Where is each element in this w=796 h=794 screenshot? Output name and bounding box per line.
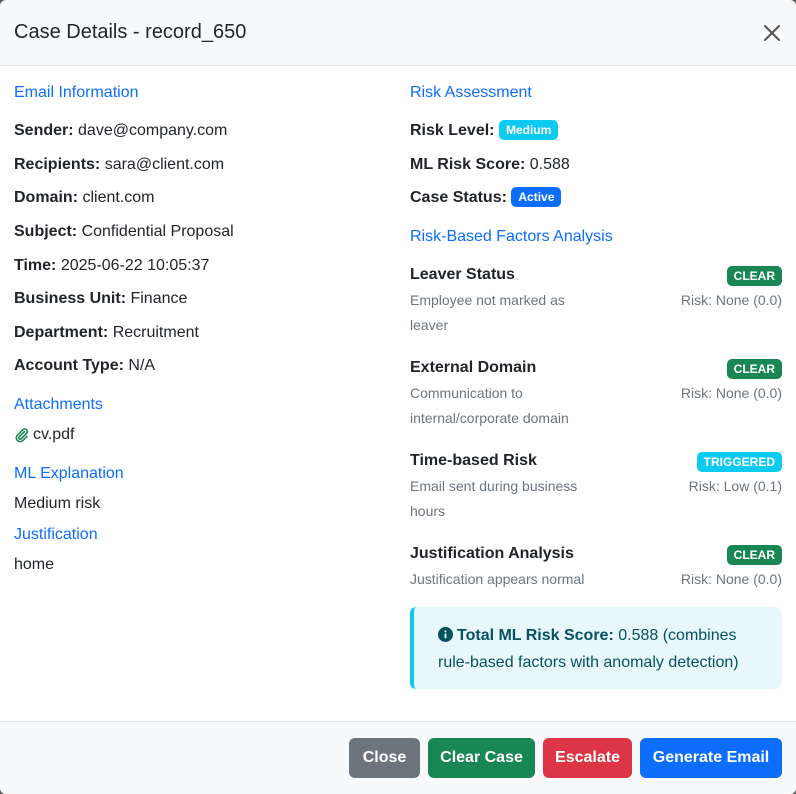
close-icon[interactable]	[762, 23, 782, 43]
field-value: dave@company.com	[78, 122, 228, 139]
field-label: Sender:	[14, 122, 74, 139]
modal-header: Case Details - record_650	[0, 0, 796, 66]
justification-text: home	[14, 556, 55, 573]
factor-time-based-risk: Time-based Risk TRIGGERED Email sent dur…	[410, 450, 782, 524]
field-label: Account Type:	[14, 357, 124, 374]
field-label: Risk Level:	[410, 122, 495, 139]
factor-description: Communication to internal/corporate doma…	[410, 385, 569, 426]
escalate-button[interactable]: Escalate	[543, 738, 632, 778]
factor-status-badge: TRIGGERED	[696, 452, 782, 472]
attachments-title: Attachments	[14, 396, 103, 413]
risk-level-field: Risk Level: Medium	[410, 120, 559, 142]
risk-level-badge: Medium	[498, 120, 559, 140]
field-label: Department:	[14, 324, 109, 341]
case-status-badge: Active	[511, 187, 562, 207]
field-value: N/A	[128, 357, 156, 374]
email-info-title: Email Information	[14, 84, 139, 101]
clear-case-button[interactable]: Clear Case	[428, 738, 535, 778]
field-label: Time:	[14, 257, 57, 274]
modal-title: Case Details - record_650	[14, 21, 247, 43]
factor-risk: Risk: None (0.0)	[680, 571, 782, 587]
factor-risk: Risk: None (0.0)	[680, 292, 782, 308]
field-label: ML Risk Score:	[410, 156, 526, 173]
modal-body: Email Information Sender: dave@company.c…	[0, 66, 796, 722]
total-score-label: Total ML Risk Score:	[457, 627, 614, 644]
field-label: Recipients:	[14, 156, 101, 173]
factor-risk: Risk: None (0.0)	[680, 385, 782, 401]
factor-description: Email sent during business hours	[410, 478, 578, 519]
attachment-name: cv.pdf	[33, 426, 75, 443]
domain-field: Domain: client.com	[14, 187, 154, 209]
field-label: Business Unit:	[14, 290, 127, 307]
field-value: Recruitment	[112, 324, 199, 341]
case-status-field: Case Status: Active	[410, 187, 562, 209]
ml-risk-score-field: ML Risk Score: 0.588	[410, 154, 570, 176]
factor-justification-analysis: Justification Analysis CLEAR Justificati…	[410, 543, 782, 592]
recipients-field: Recipients: sara@client.com	[14, 154, 224, 176]
field-value: client.com	[82, 189, 155, 206]
field-label: Domain:	[14, 189, 78, 206]
factor-external-domain: External Domain CLEAR Communication to i…	[410, 357, 782, 431]
department-field: Department: Recruitment	[14, 322, 199, 344]
paperclip-icon	[14, 427, 30, 443]
field-value: Confidential Proposal	[81, 223, 234, 240]
factor-leaver-status: Leaver Status CLEAR Employee not marked …	[410, 264, 782, 338]
account-type-field: Account Type: N/A	[14, 355, 155, 377]
factor-description: Employee not marked as leaver	[410, 292, 565, 333]
field-value: 0.588	[529, 156, 570, 173]
subject-field: Subject: Confidential Proposal	[14, 221, 234, 243]
factor-status-badge: CLEAR	[726, 359, 782, 379]
info-circle-icon	[438, 625, 453, 650]
ml-explanation-title: ML Explanation	[14, 465, 124, 482]
justification-title: Justification	[14, 526, 98, 543]
case-details-modal: Case Details - record_650 Email Informat…	[0, 0, 796, 794]
generate-email-button[interactable]: Generate Email	[640, 738, 782, 778]
factor-risk: Risk: Low (0.1)	[688, 478, 782, 494]
field-value: Finance	[130, 290, 188, 307]
total-score-alert: Total ML Risk Score: 0.588 (combines rul…	[410, 607, 782, 689]
time-field: Time: 2025-06-22 10:05:37	[14, 255, 209, 277]
factor-description: Justification appears normal	[410, 571, 585, 587]
attachment-item[interactable]: cv.pdf	[14, 424, 75, 446]
factor-status-badge: CLEAR	[726, 266, 782, 286]
business-unit-field: Business Unit: Finance	[14, 288, 187, 310]
sender-field: Sender: dave@company.com	[14, 120, 227, 142]
ml-explanation-text: Medium risk	[14, 495, 101, 512]
field-label: Case Status:	[410, 189, 507, 206]
close-button[interactable]: Close	[349, 738, 420, 778]
factors-title: Risk-Based Factors Analysis	[410, 228, 613, 245]
field-label: Subject:	[14, 223, 78, 240]
factor-status-badge: CLEAR	[726, 545, 782, 565]
risk-assessment-title: Risk Assessment	[410, 84, 532, 101]
modal-footer: Close Clear Case Escalate Generate Email	[0, 721, 796, 794]
field-value: sara@client.com	[104, 156, 225, 173]
field-value: 2025-06-22 10:05:37	[60, 257, 210, 274]
